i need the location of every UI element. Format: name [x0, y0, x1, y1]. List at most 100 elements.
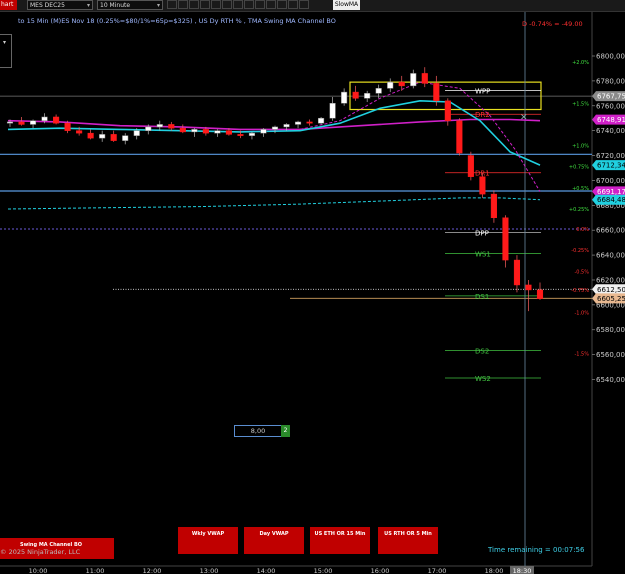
- candle: [145, 126, 152, 131]
- instrument-label: MES DEC25: [30, 2, 65, 9]
- candle: [53, 116, 60, 124]
- candle: [352, 91, 359, 99]
- toolbar-button[interactable]: [288, 0, 298, 9]
- pivot-label: WS1: [475, 251, 491, 259]
- candle: [122, 135, 129, 141]
- toolbar-button[interactable]: [277, 0, 287, 9]
- toolbar-button[interactable]: [211, 0, 221, 9]
- candle: [99, 134, 106, 139]
- us-rth-or-button[interactable]: US RTH OR 5 Min: [378, 527, 438, 554]
- toolbar-button[interactable]: [266, 0, 276, 9]
- candle: [364, 93, 371, 99]
- time-label: 18:00: [485, 567, 504, 574]
- chevron-down-icon: ▾: [156, 2, 160, 9]
- chart-tab[interactable]: hart: [0, 0, 17, 10]
- percent-level-label: -0.5%: [574, 269, 589, 275]
- wkly-vwap-button[interactable]: Wkly VWAP: [178, 527, 238, 554]
- candle: [375, 88, 382, 94]
- toolbar-buttons: [167, 0, 327, 10]
- percent-level-label: +2.0%: [572, 60, 589, 66]
- price-marker-label: 6767,75: [597, 93, 625, 101]
- price-tick-label: 6700,00: [596, 177, 625, 185]
- candle: [191, 129, 198, 133]
- time-label: 15:00: [314, 567, 333, 574]
- candle: [18, 121, 25, 125]
- vwap-line: [7, 197, 541, 210]
- candle: [248, 132, 256, 136]
- price-tick-label: 6560,00: [596, 351, 625, 359]
- candle: [318, 117, 325, 124]
- candle: [283, 124, 290, 128]
- pivot-label: DR1: [475, 170, 490, 178]
- toolbar-button[interactable]: [200, 0, 210, 9]
- toolbar-button[interactable]: [178, 0, 188, 9]
- price-tick-label: 6640,00: [596, 252, 625, 260]
- candle: [433, 83, 440, 102]
- candle: [202, 129, 209, 134]
- candle: [237, 134, 244, 136]
- candle: [214, 130, 221, 134]
- percent-level-label: +1.0%: [572, 144, 589, 150]
- candle: [329, 103, 336, 119]
- order-price-box[interactable]: 8,00: [234, 425, 282, 437]
- candle: [444, 100, 451, 121]
- candle: [387, 81, 394, 89]
- percent-level-label: +0.5%: [572, 186, 589, 192]
- crosshair-icon: ✕: [520, 113, 528, 123]
- candle: [110, 134, 117, 141]
- toolbar-button[interactable]: [222, 0, 232, 9]
- candle: [168, 124, 175, 129]
- toolbar-button[interactable]: [299, 0, 309, 9]
- toolbar-button[interactable]: [233, 0, 243, 9]
- order-quantity[interactable]: 2: [281, 425, 290, 437]
- interval-label: 10 Minute: [100, 2, 131, 9]
- candle: [513, 259, 521, 286]
- us-eth-or-button[interactable]: US ETH OR 15 Min: [310, 527, 370, 554]
- ma-channel-line: [299, 81, 541, 192]
- candle: [421, 73, 428, 84]
- percent-level-label: -0.75%: [571, 288, 589, 294]
- side-panel-dropdown[interactable]: ▾: [0, 34, 12, 68]
- candle: [456, 120, 463, 154]
- pivot-label: DS2: [475, 348, 489, 356]
- toolbar-button[interactable]: [189, 0, 199, 9]
- interval-select[interactable]: 10 Minute ▾: [97, 0, 163, 10]
- percent-level-label: 0.0%: [576, 227, 589, 233]
- percent-level-label: -1.0%: [574, 310, 589, 316]
- price-tick-label: 6740,00: [596, 127, 625, 135]
- candle: [398, 81, 405, 87]
- price-marker-label: 6684,48: [597, 196, 625, 204]
- candle: [179, 127, 186, 133]
- price-tick-label: 6660,00: [596, 227, 625, 235]
- candle: [41, 116, 48, 121]
- price-chart[interactable]: +2.0% +1.5% +1.0% +0.75% +0.5% +0.25% 0.0% -0.2…: [0, 0, 625, 574]
- price-marker-label: 6691,17: [597, 188, 625, 196]
- pivot-label: WPP: [475, 88, 490, 96]
- price-tick-label: 6780,00: [596, 77, 625, 85]
- day-vwap-button[interactable]: Day VWAP: [244, 527, 304, 554]
- candle: [6, 121, 14, 124]
- candle: [156, 124, 163, 128]
- toolbar-button[interactable]: [244, 0, 254, 9]
- percent-level-label: +0.25%: [569, 207, 589, 213]
- daily-change-readout: D -0.74% = -49.00: [522, 20, 583, 28]
- price-tick-label: 6760,00: [596, 102, 625, 110]
- candle: [467, 155, 474, 177]
- toolbar-button[interactable]: [167, 0, 177, 9]
- pivot-label: DS1: [475, 293, 489, 301]
- candle: [260, 129, 267, 134]
- candle: [490, 193, 497, 219]
- time-label: 11:00: [86, 567, 105, 574]
- candle: [294, 121, 302, 125]
- percent-level-label: +0.75%: [569, 165, 589, 171]
- candle: [76, 130, 83, 134]
- price-tick-label: 6580,00: [596, 326, 625, 334]
- chevron-down-icon: ▾: [3, 39, 7, 46]
- slowma-button[interactable]: SlowMA: [333, 0, 360, 10]
- toolbar-button[interactable]: [255, 0, 265, 9]
- instrument-select[interactable]: MES DEC25 ▾: [27, 0, 93, 10]
- copyright-text: © 2025 NinjaTrader, LLC: [0, 548, 81, 556]
- candle: [271, 126, 279, 130]
- percent-level-label: -0.25%: [571, 248, 589, 254]
- candle: [133, 130, 140, 136]
